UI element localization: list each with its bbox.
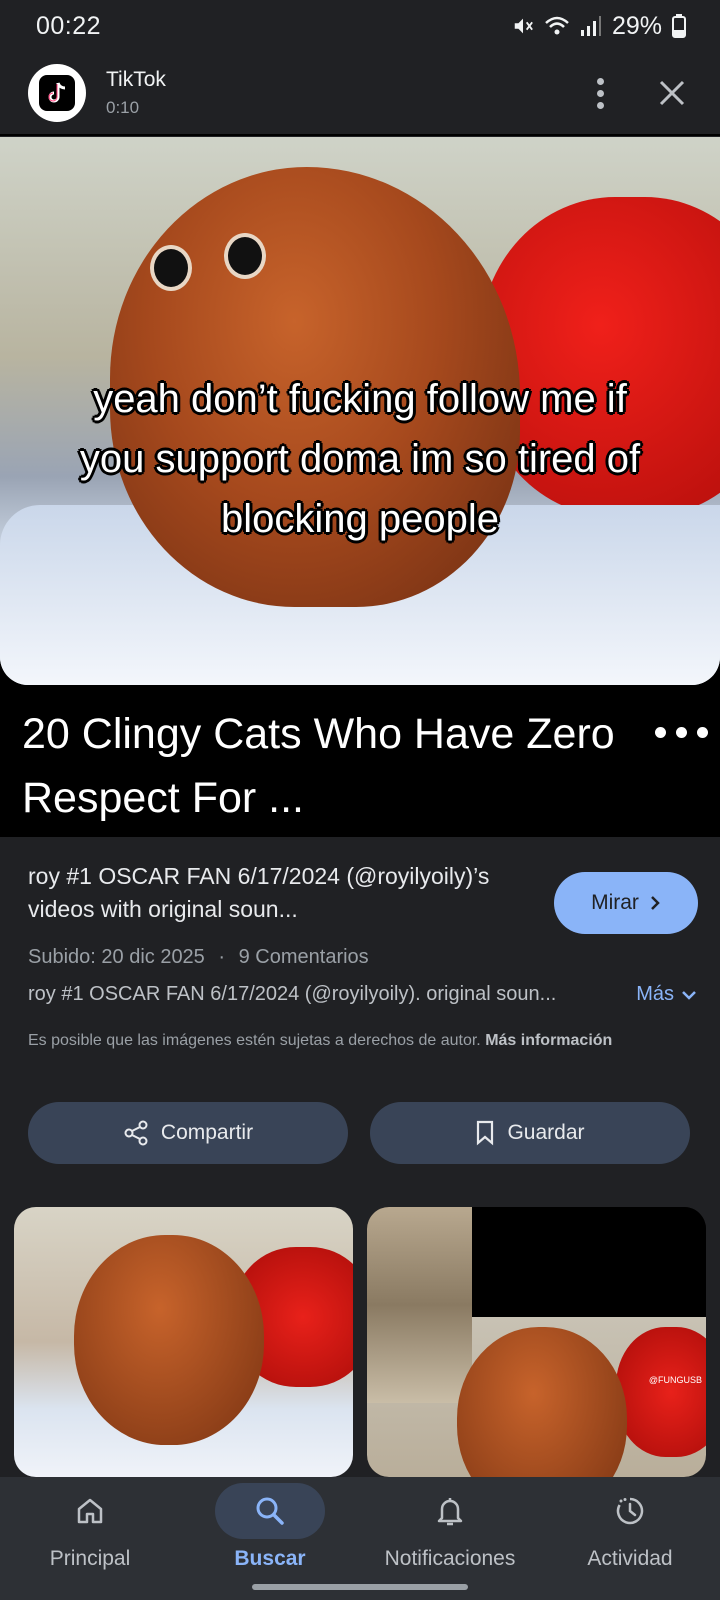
result-meta: Subido: 20 dic 2025 · 9 Comentarios <box>28 946 698 969</box>
status-icons: 29% <box>512 12 686 41</box>
image-title: 20 Clingy Cats Who Have Zero Respect For… <box>22 710 615 822</box>
related-images: @FUNGUSB <box>14 1207 706 1477</box>
share-button[interactable]: Compartir <box>28 1102 348 1164</box>
viewer-header: TikTok 0:10 <box>0 52 720 136</box>
mute-icon <box>514 18 533 34</box>
status-time: 00:22 <box>36 11 102 40</box>
main-image[interactable]: yeah don’t fucking follow me if you supp… <box>0 137 720 837</box>
comment-count: 9 Comentarios <box>238 946 369 968</box>
bell-icon <box>437 1498 463 1526</box>
watch-button[interactable]: Mirar <box>554 872 698 934</box>
related-image[interactable]: @FUNGUSB <box>367 1207 706 1477</box>
battery-icon <box>672 14 686 38</box>
image-watermark: @FUNGUSB <box>648 1375 702 1385</box>
copyright-notice: Es posible que las imágenes estén sujeta… <box>28 1028 698 1053</box>
tiktok-logo-icon <box>28 64 86 122</box>
more-button[interactable]: Más <box>636 983 698 1006</box>
home-indicator[interactable] <box>252 1584 468 1590</box>
nav-label: Actividad <box>587 1547 673 1570</box>
save-button[interactable]: Guardar <box>370 1102 690 1164</box>
related-image[interactable] <box>14 1207 353 1477</box>
ellipsis-icon <box>655 727 708 738</box>
meta-separator: · <box>218 946 226 968</box>
source-title: TikTok <box>106 68 166 91</box>
nav-item-actividad[interactable]: Actividad <box>540 1483 720 1600</box>
nav-label: Principal <box>49 1547 131 1570</box>
more-info-link[interactable]: Más información <box>485 1032 612 1049</box>
watch-label: Mirar <box>591 891 639 914</box>
bottom-navigation: Principal Buscar Notificaciones Activida… <box>0 1477 720 1600</box>
search-icon <box>256 1497 284 1525</box>
close-icon[interactable] <box>652 73 692 113</box>
result-title[interactable]: roy #1 OSCAR FAN 6/17/2024 (@royilyoily)… <box>28 860 508 926</box>
nav-label: Notificaciones <box>384 1547 516 1570</box>
nav-item-notificaciones[interactable]: Notificaciones <box>360 1483 540 1600</box>
nav-label: Buscar <box>234 1547 306 1570</box>
nav-item-buscar[interactable]: Buscar <box>180 1483 360 1600</box>
more-label: Más <box>636 983 674 1005</box>
chevron-right-icon <box>651 896 660 910</box>
bookmark-icon <box>477 1120 494 1146</box>
status-bar: 00:22 29% <box>0 0 720 52</box>
meme-caption: yeah don’t fucking follow me if you supp… <box>79 377 641 541</box>
result-info: roy #1 OSCAR FAN 6/17/2024 (@royilyoily)… <box>28 860 698 1053</box>
share-icon <box>124 1120 148 1146</box>
result-description: roy #1 OSCAR FAN 6/17/2024 (@royilyoily)… <box>28 983 557 1005</box>
share-label: Compartir <box>160 1121 254 1144</box>
battery-percent: 29% <box>611 11 662 40</box>
upload-date: Subido: 20 dic 2025 <box>28 946 205 968</box>
source-info[interactable]: TikTok 0:10 <box>106 68 582 118</box>
more-options-icon[interactable] <box>582 68 618 118</box>
save-label: Guardar <box>507 1121 585 1144</box>
copyright-text: Es posible que las imágenes estén sujeta… <box>28 1032 481 1049</box>
chevron-down-icon <box>682 990 696 1000</box>
action-buttons: Compartir Guardar <box>28 1102 690 1164</box>
activity-icon <box>616 1497 644 1525</box>
signal-icon <box>580 16 601 36</box>
wifi-icon <box>545 16 569 35</box>
nav-item-principal[interactable]: Principal <box>0 1483 180 1600</box>
video-duration: 0:10 <box>106 98 140 117</box>
home-icon <box>77 1498 103 1524</box>
